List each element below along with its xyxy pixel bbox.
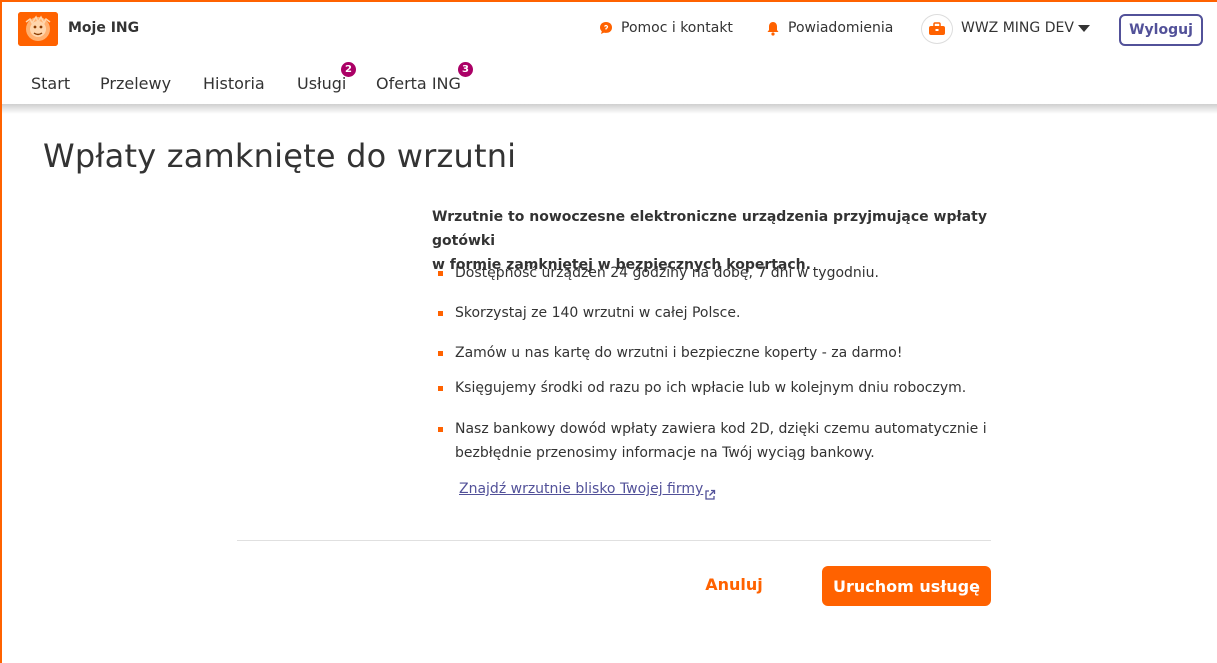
divider [237,540,991,541]
chevron-down-icon[interactable] [1078,25,1090,32]
list-item: Skorzystaj ze 140 wrzutni w całej Polsce… [438,301,1003,325]
bullet-marker [438,427,443,432]
list-item: Nasz bankowy dowód wpłaty zawiera kod 2D… [438,417,1003,465]
company-avatar-icon[interactable] [921,14,953,44]
list-item-text: Skorzystaj ze 140 wrzutni w całej Polsce… [455,305,741,321]
external-link-icon[interactable] [704,486,716,505]
list-item-text: Zamów u nas kartę do wrzutni i bezpieczn… [455,345,903,361]
chat-bubble-icon [599,21,613,35]
nav-item-historia[interactable]: Historia [203,74,265,93]
uslugi-count-badge: 2 [341,62,356,77]
logout-button[interactable]: Wyloguj [1119,14,1203,46]
user-name[interactable]: WWZ MING DEV [961,20,1074,36]
help-contact-label: Pomoc i kontakt [621,20,733,36]
nav-item-start[interactable]: Start [31,74,70,93]
nav-item-uslugi[interactable]: Usługi [297,74,346,93]
start-service-button[interactable]: Uruchom usługę [822,566,991,606]
ing-lion-logo[interactable] [18,12,58,46]
bullet-marker [438,351,443,356]
list-item-text: Księgujemy środki od razu po ich wpłacie… [455,380,967,396]
list-item: Księgujemy środki od razu po ich wpłacie… [438,376,1003,400]
cancel-button[interactable]: Anuluj [700,575,768,597]
bell-icon [766,21,780,36]
app-title: Moje ING [68,20,140,36]
find-dropbox-link[interactable]: Znajdź wrzutnie blisko Twojej firmy [459,481,703,497]
list-item-text-continued: bezbłędnie przenosimy informacje na Twój… [455,445,875,461]
list-item-text: Nasz bankowy dowód wpłaty zawiera kod 2D… [455,421,987,437]
list-item-text: Dostępność urządzeń 24 godziny na dobę, … [455,265,879,281]
intro-line-1: Wrzutnie to nowoczesne elektroniczne urz… [432,209,987,249]
list-item: Dostępność urządzeń 24 godziny na dobę, … [438,261,1003,285]
bullet-marker [438,271,443,276]
notifications-label: Powiadomienia [788,20,894,36]
notifications-link[interactable]: Powiadomienia [766,20,893,36]
top-header [2,2,1217,106]
oferta-count-badge: 3 [458,62,473,77]
nav-item-przelewy[interactable]: Przelewy [100,74,171,93]
help-contact-link[interactable]: Pomoc i kontakt [599,20,733,36]
bullet-marker [438,311,443,316]
bullet-marker [438,386,443,391]
nav-item-oferta-ing[interactable]: Oferta ING [376,74,461,93]
header-shadow [2,104,1217,114]
page-title: Wpłaty zamknięte do wrzutni [43,137,517,175]
list-item: Zamów u nas kartę do wrzutni i bezpieczn… [438,341,1003,365]
